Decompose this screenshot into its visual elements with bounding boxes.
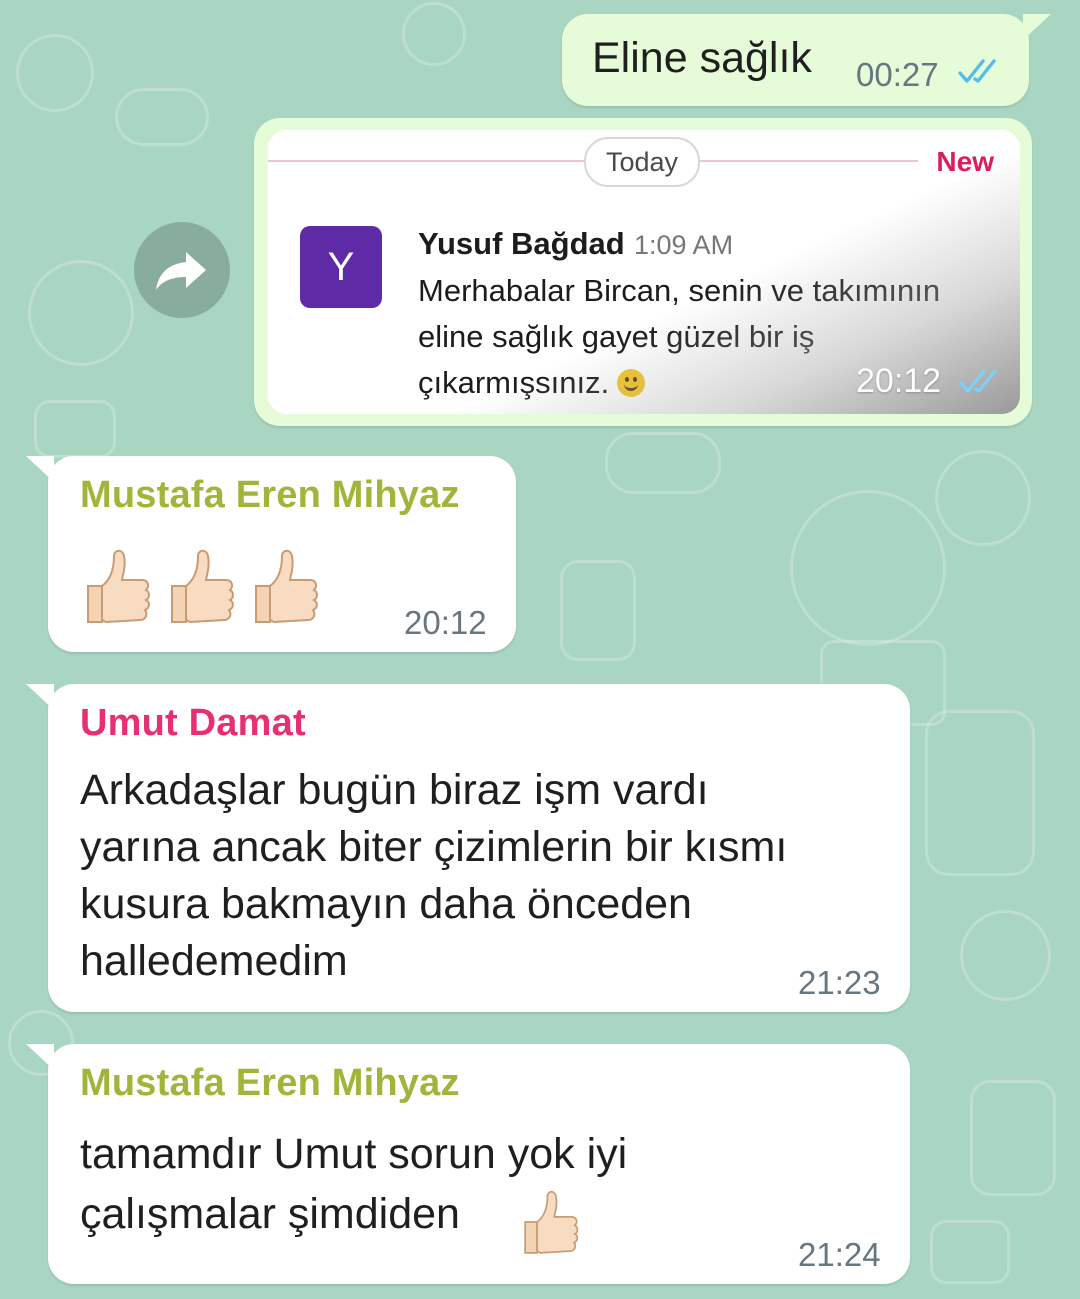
sender-name: Umut Damat: [80, 702, 306, 744]
message-text: Arkadaşlar bugün biraz işm vardı yarına …: [80, 766, 788, 985]
message-time: 20:12: [856, 362, 942, 400]
message-time: 00:27: [856, 56, 939, 93]
sender-name: Mustafa Eren Mihyaz: [80, 474, 460, 516]
avatar: Y: [300, 226, 382, 308]
author-name: Yusuf Bağdad: [418, 226, 625, 261]
message-time: 21:24: [798, 1236, 881, 1273]
message-time: 20:12: [404, 604, 487, 641]
thumbs-up-icon: [255, 549, 318, 624]
thumbs-up-icon: [87, 549, 150, 624]
new-messages-label: New: [936, 146, 994, 177]
unread-divider-line: [268, 160, 584, 162]
message-text: Eline sağlık: [592, 34, 812, 82]
sender-name: Mustafa Eren Mihyaz: [80, 1062, 460, 1104]
incoming-message-bubble[interactable]: Mustafa Eren Mihyaz tamamdır Umut sorun …: [26, 1044, 910, 1284]
author-time: 1:09 AM: [634, 230, 734, 260]
slightly-smiling-face-icon: [617, 369, 646, 397]
message-image[interactable]: Today New Y Yusuf Bağdad 1:09 AM Merhaba…: [268, 130, 1020, 414]
forward-button[interactable]: [134, 222, 230, 318]
message-time: 21:23: [798, 964, 881, 1001]
thumbs-up-icon: [171, 549, 234, 624]
incoming-message-bubble[interactable]: Mustafa Eren Mihyaz 20:12: [26, 456, 516, 652]
thumbs-up-icon: [524, 1190, 579, 1254]
unread-divider-line: [698, 160, 918, 162]
forward-arrow-icon: [156, 252, 206, 290]
double-check-read-icon: [959, 369, 997, 393]
incoming-message-bubble[interactable]: Umut Damat Arkadaşlar bugün biraz işm va…: [26, 684, 910, 1012]
date-divider-label: Today: [584, 137, 700, 187]
double-check-read-icon: [958, 59, 996, 83]
outgoing-message-bubble[interactable]: Eline sağlık 00:27: [562, 14, 1051, 106]
